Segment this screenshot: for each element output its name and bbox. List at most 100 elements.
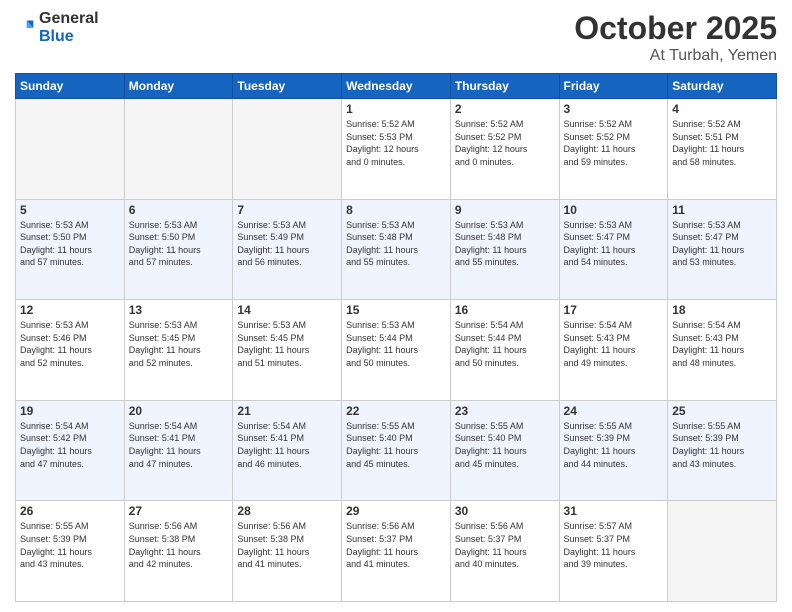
day-info: Sunrise: 5:54 AMSunset: 5:43 PMDaylight:… <box>564 319 664 369</box>
calendar-day-cell <box>668 501 777 602</box>
calendar-day-cell: 29Sunrise: 5:56 AMSunset: 5:37 PMDayligh… <box>342 501 451 602</box>
day-number: 7 <box>237 203 337 217</box>
calendar-day-cell: 10 Sunrise: 5:53 AMSunset: 5:47 PMDayligh… <box>559 199 668 300</box>
calendar-header-monday: Monday <box>124 74 233 99</box>
calendar-week-row: 12Sunrise: 5:53 AMSunset: 5:46 PMDayligh… <box>16 300 777 401</box>
calendar-header-sunday: Sunday <box>16 74 125 99</box>
day-info: Sunrise: 5:55 AMSunset: 5:39 PMDaylight:… <box>20 520 120 570</box>
day-number: 20 <box>129 404 229 418</box>
day-number: 6 <box>129 203 229 217</box>
calendar-day-cell: 25 Sunrise: 5:55 AMSunset: 5:39 PMDayligh… <box>668 400 777 501</box>
day-number: 17 <box>564 303 664 317</box>
calendar-header-thursday: Thursday <box>450 74 559 99</box>
calendar-day-cell: 20 Sunrise: 5:54 AMSunset: 5:41 PMDayligh… <box>124 400 233 501</box>
day-info: Sunrise: 5:57 AMSunset: 5:37 PMDaylight:… <box>564 520 664 570</box>
day-info: Sunrise: 5:53 AMSunset: 5:50 PMDaylight:… <box>129 219 229 269</box>
calendar-day-cell: 17 Sunrise: 5:54 AMSunset: 5:43 PMDayligh… <box>559 300 668 401</box>
month-title: October 2025 <box>574 10 777 47</box>
day-number: 25 <box>672 404 772 418</box>
title-block: October 2025 At Turbah, Yemen <box>574 10 777 65</box>
day-info: Sunrise: 5:53 AMSunset: 5:45 PMDaylight:… <box>237 319 337 369</box>
day-number: 14 <box>237 303 337 317</box>
logo-general: General <box>39 10 99 27</box>
calendar-header-row: SundayMondayTuesdayWednesdayThursdayFrid… <box>16 74 777 99</box>
calendar-day-cell <box>233 99 342 200</box>
day-info: Sunrise: 5:56 AMSunset: 5:38 PMDaylight:… <box>129 520 229 570</box>
calendar-day-cell: 12Sunrise: 5:53 AMSunset: 5:46 PMDayligh… <box>16 300 125 401</box>
calendar-day-cell: 11 Sunrise: 5:53 AMSunset: 5:47 PMDayligh… <box>668 199 777 300</box>
day-info: Sunrise: 5:52 AMSunset: 5:51 PMDaylight:… <box>672 118 772 168</box>
day-info: Sunrise: 5:53 AMSunset: 5:44 PMDaylight:… <box>346 319 446 369</box>
calendar-day-cell: 8 Sunrise: 5:53 AMSunset: 5:48 PMDaylight… <box>342 199 451 300</box>
calendar-table: SundayMondayTuesdayWednesdayThursdayFrid… <box>15 73 777 602</box>
day-number: 28 <box>237 504 337 518</box>
calendar-header-friday: Friday <box>559 74 668 99</box>
day-number: 3 <box>564 102 664 116</box>
day-info: Sunrise: 5:54 AMSunset: 5:41 PMDaylight:… <box>237 420 337 470</box>
calendar-day-cell: 2 Sunrise: 5:52 AMSunset: 5:52 PMDaylight… <box>450 99 559 200</box>
calendar-day-cell: 23 Sunrise: 5:55 AMSunset: 5:40 PMDayligh… <box>450 400 559 501</box>
day-info: Sunrise: 5:54 AMSunset: 5:42 PMDaylight:… <box>20 420 120 470</box>
calendar-day-cell: 16Sunrise: 5:54 AMSunset: 5:44 PMDayligh… <box>450 300 559 401</box>
day-info: Sunrise: 5:53 AMSunset: 5:47 PMDaylight:… <box>564 219 664 269</box>
day-number: 13 <box>129 303 229 317</box>
calendar-day-cell: 15 Sunrise: 5:53 AMSunset: 5:44 PMDayligh… <box>342 300 451 401</box>
logo-icon <box>15 18 35 38</box>
day-info: Sunrise: 5:55 AMSunset: 5:40 PMDaylight:… <box>346 420 446 470</box>
calendar-day-cell: 5 Sunrise: 5:53 AMSunset: 5:50 PMDaylight… <box>16 199 125 300</box>
day-info: Sunrise: 5:53 AMSunset: 5:48 PMDaylight:… <box>455 219 555 269</box>
day-info: Sunrise: 5:54 AMSunset: 5:41 PMDaylight:… <box>129 420 229 470</box>
calendar-day-cell: 14 Sunrise: 5:53 AMSunset: 5:45 PMDayligh… <box>233 300 342 401</box>
calendar-day-cell: 31 Sunrise: 5:57 AMSunset: 5:37 PMDayligh… <box>559 501 668 602</box>
day-number: 23 <box>455 404 555 418</box>
calendar-day-cell: 3Sunrise: 5:52 AMSunset: 5:52 PMDaylight… <box>559 99 668 200</box>
day-number: 27 <box>129 504 229 518</box>
day-info: Sunrise: 5:56 AMSunset: 5:37 PMDaylight:… <box>346 520 446 570</box>
header: General Blue October 2025 At Turbah, Yem… <box>15 10 777 65</box>
calendar-day-cell: 27 Sunrise: 5:56 AMSunset: 5:38 PMDayligh… <box>124 501 233 602</box>
day-number: 8 <box>346 203 446 217</box>
calendar-day-cell <box>16 99 125 200</box>
day-number: 11 <box>672 203 772 217</box>
day-number: 18 <box>672 303 772 317</box>
day-number: 5 <box>20 203 120 217</box>
day-info: Sunrise: 5:53 AMSunset: 5:45 PMDaylight:… <box>129 319 229 369</box>
calendar-day-cell: 1 Sunrise: 5:52 AMSunset: 5:53 PMDaylight… <box>342 99 451 200</box>
calendar-day-cell: 7Sunrise: 5:53 AMSunset: 5:49 PMDaylight… <box>233 199 342 300</box>
day-number: 24 <box>564 404 664 418</box>
calendar-day-cell: 18 Sunrise: 5:54 AMSunset: 5:43 PMDayligh… <box>668 300 777 401</box>
page: General Blue October 2025 At Turbah, Yem… <box>0 0 792 612</box>
day-info: Sunrise: 5:52 AMSunset: 5:52 PMDaylight:… <box>455 118 555 168</box>
day-info: Sunrise: 5:55 AMSunset: 5:39 PMDaylight:… <box>564 420 664 470</box>
day-info: Sunrise: 5:54 AMSunset: 5:43 PMDaylight:… <box>672 319 772 369</box>
calendar-day-cell: 4 Sunrise: 5:52 AMSunset: 5:51 PMDaylight… <box>668 99 777 200</box>
day-info: Sunrise: 5:53 AMSunset: 5:48 PMDaylight:… <box>346 219 446 269</box>
day-number: 22 <box>346 404 446 418</box>
calendar-week-row: 26Sunrise: 5:55 AMSunset: 5:39 PMDayligh… <box>16 501 777 602</box>
day-number: 12 <box>20 303 120 317</box>
day-info: Sunrise: 5:56 AMSunset: 5:38 PMDaylight:… <box>237 520 337 570</box>
day-info: Sunrise: 5:52 AMSunset: 5:53 PMDaylight:… <box>346 118 446 168</box>
day-number: 9 <box>455 203 555 217</box>
calendar-header-saturday: Saturday <box>668 74 777 99</box>
calendar-week-row: 19Sunrise: 5:54 AMSunset: 5:42 PMDayligh… <box>16 400 777 501</box>
day-number: 15 <box>346 303 446 317</box>
calendar-day-cell: 19Sunrise: 5:54 AMSunset: 5:42 PMDayligh… <box>16 400 125 501</box>
day-info: Sunrise: 5:53 AMSunset: 5:50 PMDaylight:… <box>20 219 120 269</box>
location-title: At Turbah, Yemen <box>574 47 777 65</box>
day-info: Sunrise: 5:55 AMSunset: 5:40 PMDaylight:… <box>455 420 555 470</box>
calendar-week-row: 1 Sunrise: 5:52 AMSunset: 5:53 PMDaylight… <box>16 99 777 200</box>
day-number: 10 <box>564 203 664 217</box>
day-number: 1 <box>346 102 446 116</box>
calendar-day-cell: 22 Sunrise: 5:55 AMSunset: 5:40 PMDayligh… <box>342 400 451 501</box>
day-info: Sunrise: 5:55 AMSunset: 5:39 PMDaylight:… <box>672 420 772 470</box>
calendar-header-tuesday: Tuesday <box>233 74 342 99</box>
calendar-day-cell: 6 Sunrise: 5:53 AMSunset: 5:50 PMDaylight… <box>124 199 233 300</box>
day-number: 2 <box>455 102 555 116</box>
day-number: 4 <box>672 102 772 116</box>
calendar-day-cell: 30Sunrise: 5:56 AMSunset: 5:37 PMDayligh… <box>450 501 559 602</box>
day-info: Sunrise: 5:56 AMSunset: 5:37 PMDaylight:… <box>455 520 555 570</box>
calendar-day-cell: 21Sunrise: 5:54 AMSunset: 5:41 PMDayligh… <box>233 400 342 501</box>
day-info: Sunrise: 5:53 AMSunset: 5:47 PMDaylight:… <box>672 219 772 269</box>
day-number: 31 <box>564 504 664 518</box>
